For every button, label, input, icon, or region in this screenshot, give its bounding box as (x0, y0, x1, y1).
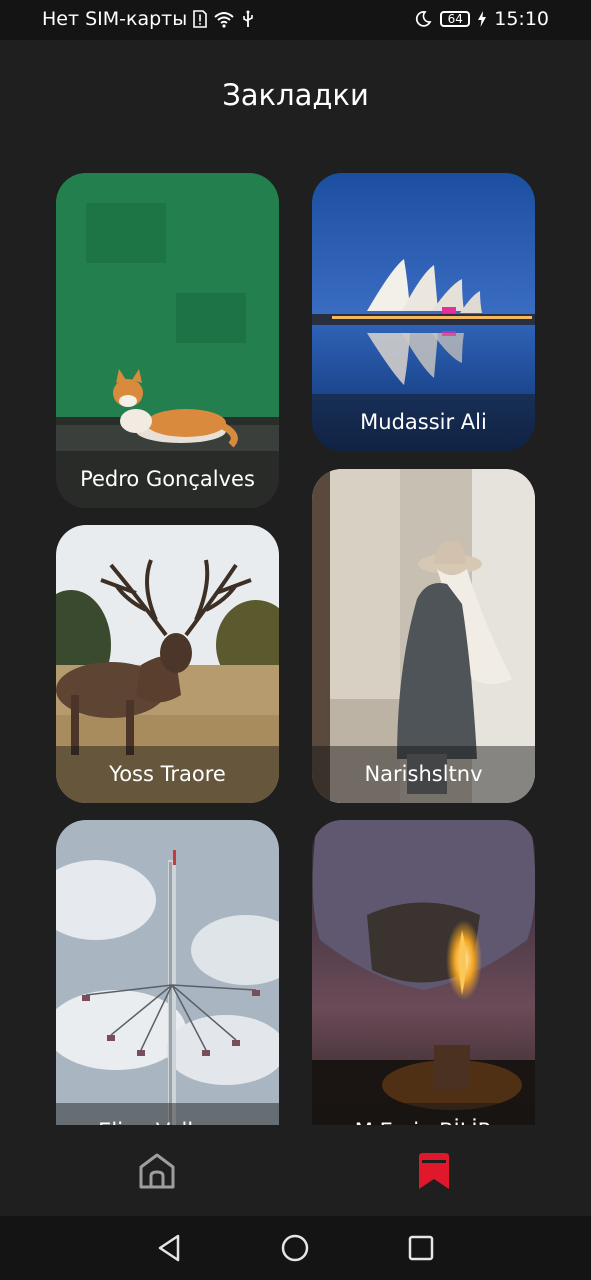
battery-icon: 64 (440, 11, 471, 27)
carrier-label: Нет SIM-карты (42, 8, 188, 30)
bookmark-card[interactable]: Mudassir Ali (312, 173, 535, 451)
bookmarks-grid[interactable]: Pedro Gonçalves Mudassir Ali Yoss Traore… (0, 160, 591, 1125)
sim-alert-icon (193, 10, 208, 28)
clock: 15:10 (494, 8, 549, 30)
status-bar: Нет SIM-карты 64 15:10 (0, 0, 591, 40)
bookmark-card[interactable]: Elina Volkova (56, 820, 279, 1125)
system-navigation-bar (0, 1216, 591, 1280)
bookmark-author: Pedro Gonçalves (56, 451, 279, 508)
bookmark-icon (419, 1153, 449, 1189)
battery-level: 64 (447, 12, 463, 26)
system-home-button[interactable] (277, 1230, 313, 1266)
home-circle-icon (281, 1234, 309, 1262)
nav-bookmarks-button[interactable] (410, 1147, 458, 1195)
bottom-navigation (0, 1125, 591, 1216)
bookmark-card[interactable]: Pedro Gonçalves (56, 173, 279, 508)
bookmark-author: Elina Volkova (56, 1103, 279, 1125)
swing-ride-photo (56, 820, 279, 1125)
usb-icon (241, 10, 255, 28)
bookmark-card[interactable]: Narishsltnv (312, 469, 535, 803)
bookmark-author: Narishsltnv (312, 746, 535, 803)
status-left: Нет SIM-карты (42, 8, 255, 30)
moon-icon (414, 10, 432, 28)
charging-icon (478, 11, 487, 27)
nav-home-button[interactable] (133, 1147, 181, 1195)
wifi-icon (213, 10, 235, 28)
system-back-button[interactable] (151, 1230, 187, 1266)
home-icon (139, 1153, 175, 1189)
bookmarks-screen: Нет SIM-карты 64 15:10 Закладки Pedro Go… (0, 0, 591, 1280)
bookmark-author: Mudassir Ali (312, 394, 535, 451)
bookmark-card[interactable]: M.Emin BİLİR (312, 820, 535, 1125)
hot-air-balloon-photo (312, 820, 535, 1125)
bookmark-author: Yoss Traore (56, 746, 279, 803)
back-icon (158, 1234, 180, 1262)
status-right: 64 15:10 (414, 8, 549, 30)
bookmark-card[interactable]: Yoss Traore (56, 525, 279, 803)
recents-icon (408, 1235, 434, 1261)
bookmark-author: M.Emin BİLİR (312, 1103, 535, 1125)
page-title: Закладки (222, 78, 369, 112)
system-recents-button[interactable] (403, 1230, 439, 1266)
